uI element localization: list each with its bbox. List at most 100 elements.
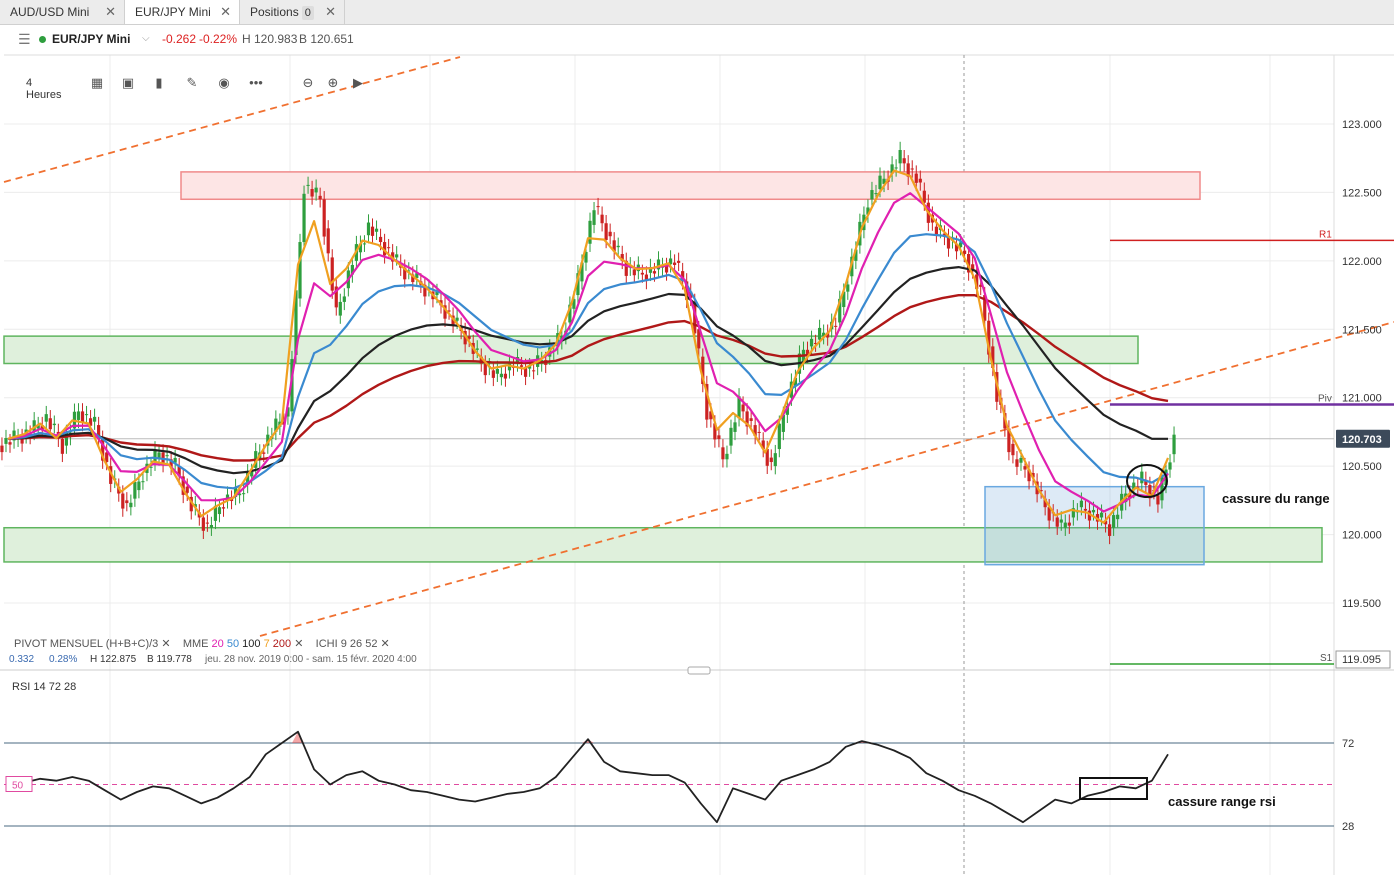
ichi-param-52: 52	[365, 638, 378, 650]
candle-body	[640, 272, 644, 275]
candle-body	[1172, 434, 1176, 455]
eye-icon[interactable]: ◉	[215, 74, 233, 92]
mme-period-200: 200	[272, 638, 292, 650]
s1-price-label: 119.095	[1342, 654, 1381, 666]
price-zones	[3, 171, 1323, 566]
candle-body	[318, 195, 322, 200]
candle-body	[1112, 515, 1116, 528]
more-icon[interactable]: •••	[247, 74, 265, 92]
candle-body	[1015, 459, 1019, 467]
pivot-period: MENSUEL	[49, 638, 103, 650]
price-tick-label: 120.500	[1342, 461, 1382, 473]
candle-body	[395, 254, 399, 258]
price-tick-label: 121.000	[1342, 393, 1382, 405]
candle-body	[757, 431, 761, 433]
price-tick-label: 123.000	[1342, 119, 1382, 131]
layout-icon[interactable]: ▣	[119, 74, 137, 92]
pencil-icon[interactable]: ✎	[183, 74, 201, 92]
play-icon[interactable]: ▶	[349, 74, 367, 92]
candle-body	[495, 368, 499, 374]
timeframe-selector[interactable]: 4 Heures	[26, 77, 61, 101]
close-icon[interactable]: ✕	[161, 638, 170, 650]
mme-period-20: 20	[211, 638, 224, 650]
close-icon[interactable]: ✕	[381, 638, 390, 650]
candle-body	[717, 435, 721, 440]
candle-body	[1059, 519, 1063, 523]
candle-body	[483, 363, 487, 376]
candle-body	[1140, 471, 1144, 484]
candles-icon[interactable]: ▦	[88, 74, 106, 92]
price-chart[interactable]: R1 Piv S1 123.000 122.500 122.000 121.500 121.…	[0, 0, 1394, 875]
candle-body	[1168, 462, 1172, 470]
pivot-levels: R1 Piv S1	[4, 229, 1394, 665]
panel-resize-handle	[687, 666, 711, 675]
candle-body	[370, 226, 375, 236]
candle-body	[817, 327, 822, 340]
candle-body	[137, 481, 141, 491]
candle-body	[1019, 457, 1023, 463]
ohlc-high: H 122.875	[90, 654, 137, 665]
candle-body	[600, 214, 604, 224]
candle-body	[84, 414, 89, 416]
candle-body	[773, 453, 777, 467]
candle-body	[652, 271, 657, 274]
zoom-out-icon[interactable]: ⊖	[299, 74, 317, 92]
price-tick-label: 122.000	[1342, 256, 1382, 268]
candle-body	[475, 348, 479, 350]
candle-body	[298, 242, 302, 299]
rsi-param-72: 72	[48, 681, 61, 693]
candle-body	[4, 438, 8, 444]
candle-body	[8, 442, 12, 445]
annotation-cassure-du-range: cassure du range	[1222, 491, 1330, 506]
ichi-param-9: 9	[340, 638, 347, 650]
candle-body	[749, 418, 753, 421]
candle-body	[60, 438, 64, 454]
candle-body	[362, 243, 367, 245]
bar-chart-icon[interactable]: ▮	[150, 74, 168, 92]
candle-body	[0, 445, 4, 453]
candle-body	[1055, 517, 1059, 527]
candle-body	[310, 189, 314, 197]
candle-body	[1099, 512, 1104, 518]
candle-body	[342, 296, 346, 302]
candle-body	[741, 404, 745, 412]
candle-body	[918, 178, 922, 183]
s1-label: S1	[1320, 653, 1333, 664]
candle-body	[677, 260, 681, 263]
candle-body	[588, 220, 592, 244]
candle-body	[121, 493, 125, 509]
candle-body	[894, 167, 898, 169]
candle-body	[878, 175, 882, 190]
candle-body	[185, 486, 189, 493]
candle-body	[302, 193, 306, 243]
price-tick-label: 120.000	[1342, 530, 1382, 542]
rsi-line	[7, 730, 1169, 824]
candle-body	[76, 411, 81, 420]
mme-period-100: 100	[242, 638, 261, 650]
candle-body	[910, 168, 914, 170]
zone-resistance	[180, 171, 1201, 201]
candle-body	[125, 500, 129, 504]
zoom-in-icon[interactable]: ⊕	[324, 74, 342, 92]
rsi-param-14: 14	[33, 681, 46, 693]
candle-body	[1083, 508, 1088, 511]
candle-body	[322, 199, 326, 237]
annotation-cassure-range-rsi: cassure range rsi	[1168, 794, 1276, 809]
ichi-name: ICHI	[315, 638, 338, 650]
close-icon[interactable]: ✕	[294, 638, 303, 650]
candle-body	[129, 502, 133, 508]
candle-body	[387, 247, 391, 249]
candle-body	[519, 365, 524, 367]
ichi-param-26: 26	[349, 638, 363, 650]
rsi-panel: 72 28 50	[4, 730, 1354, 833]
candle-body	[242, 493, 246, 495]
candle-body	[616, 245, 620, 248]
current-price-label: 120.703	[1342, 434, 1382, 446]
candle-body	[898, 150, 902, 164]
candle-body	[378, 236, 383, 243]
pivot-name: PIVOT	[14, 638, 47, 650]
candle-body	[499, 373, 504, 378]
candle-body	[1116, 514, 1120, 520]
candle-body	[834, 325, 838, 327]
candle-body	[874, 193, 878, 195]
